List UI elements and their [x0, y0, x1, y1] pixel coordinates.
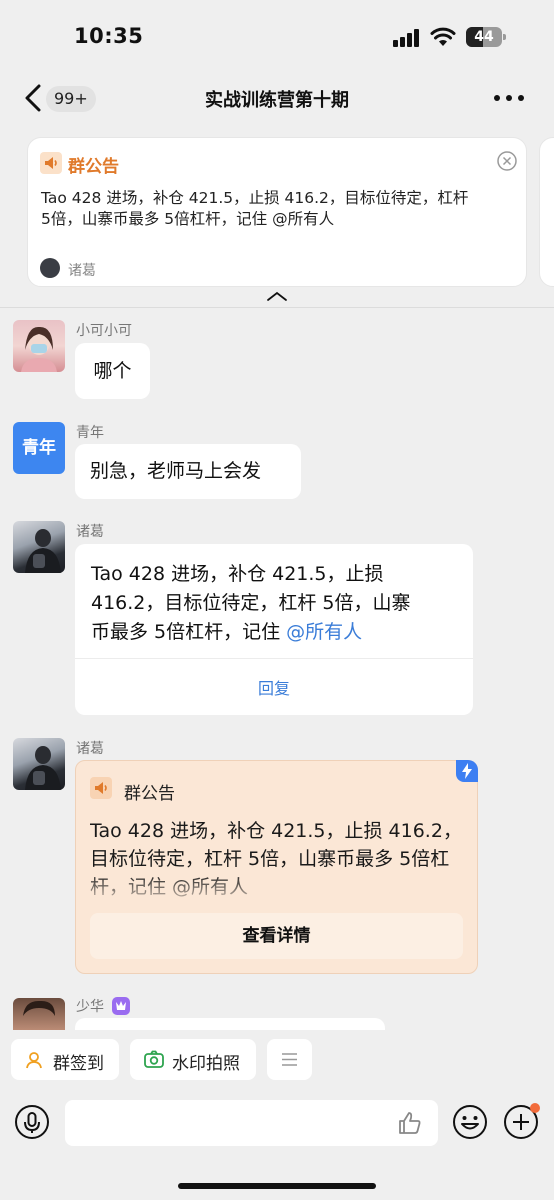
avatar[interactable]: 青年	[13, 422, 65, 474]
thumbs-up-icon[interactable]	[397, 1110, 423, 1136]
back-button[interactable]: 99+	[20, 80, 96, 116]
view-details-button[interactable]: 查看详情	[90, 913, 463, 959]
battery-icon: 44	[466, 27, 506, 47]
emoji-icon[interactable]	[452, 1104, 488, 1140]
vip-crown-icon	[112, 997, 130, 1015]
status-bar: 10:35 44	[0, 0, 554, 72]
next-notice-card[interactable]	[539, 137, 554, 287]
lightning-icon	[456, 760, 478, 782]
voice-input-icon[interactable]	[14, 1104, 50, 1140]
sender-name: 诸葛	[76, 741, 104, 757]
notice-message-card[interactable]: 群公告 Tao 428 进场，补仓 421.5，止损 416.2，目标位待定，杠…	[75, 760, 478, 974]
pinned-notice-card[interactable]: 群公告 Tao 428 进场，补仓 421.5，止损 416.2，目标位待定，杠…	[27, 137, 527, 287]
sender-name: 诸葛	[76, 524, 104, 540]
checkin-label: 群签到	[53, 1054, 104, 1074]
composer	[0, 1090, 554, 1200]
megaphone-icon	[40, 152, 62, 174]
message-item: 小可小可 哪个	[0, 320, 554, 400]
message-bubble[interactable]: Tao 428 进场，补仓 421.5，止损 416.2，目标位待定，杠杆 5倍…	[75, 544, 473, 715]
message-text: Tao 428 进场，补仓 421.5，止损 416.2，目标位待定，杠杆 5倍…	[91, 560, 461, 647]
avatar[interactable]	[13, 998, 65, 1030]
avatar[interactable]	[13, 320, 65, 372]
chat-title: 实战训练营第十期	[205, 90, 349, 111]
status-time: 10:35	[74, 24, 144, 48]
unread-count-badge: 99+	[46, 86, 96, 112]
mention-all-link[interactable]: @所有人	[286, 621, 362, 643]
watermark-camera-button[interactable]: 水印拍照	[130, 1039, 256, 1080]
message-text-line: Tao 428 进场，补仓 421.5，止损	[91, 563, 384, 585]
home-indicator[interactable]	[178, 1183, 376, 1189]
sender-name: 青年	[76, 425, 104, 441]
chevron-left-icon	[25, 84, 41, 112]
notice-author: 诸葛	[68, 263, 96, 279]
sender-name: 小可小可	[76, 323, 132, 339]
watermark-camera-label: 水印拍照	[172, 1054, 240, 1074]
message-item: 少华	[0, 996, 554, 1030]
message-bubble[interactable]: 别急，老师马上会发	[75, 444, 301, 499]
message-bubble[interactable]	[75, 1018, 385, 1030]
wifi-icon	[430, 27, 456, 46]
camera-icon	[144, 1050, 164, 1068]
more-actions-button[interactable]	[267, 1039, 312, 1080]
notice-label: 群公告	[124, 784, 175, 804]
cellular-signal-icon	[393, 29, 421, 47]
sender-name: 少华	[76, 999, 104, 1015]
notice-text: Tao 428 进场，补仓 421.5，止损 416.2，目标位待定，杠杆 5倍…	[41, 189, 469, 228]
message-text-fragment: 币最多 5倍杠杆，记住	[91, 621, 287, 643]
message-list[interactable]: 小可小可 哪个 青年 青年 别急，老师马上会发 诸葛 Tao 428 进场，补仓…	[0, 308, 554, 1030]
close-icon[interactable]	[496, 150, 518, 172]
message-input[interactable]	[65, 1100, 438, 1146]
notification-dot	[530, 1103, 540, 1113]
message-text-line: 416.2，目标位待定，杠杆 5倍，山寨	[91, 592, 411, 614]
battery-level: 44	[474, 29, 494, 45]
avatar	[40, 258, 60, 278]
reply-button[interactable]: 回复	[75, 675, 473, 699]
checkin-button[interactable]: 群签到	[11, 1039, 119, 1080]
checkin-icon	[26, 1052, 42, 1069]
chevron-up-icon[interactable]	[266, 290, 288, 302]
more-options-button[interactable]	[490, 90, 528, 106]
chat-header: 99+ 实战训练营第十期	[0, 72, 554, 124]
menu-icon	[282, 1053, 297, 1066]
avatar[interactable]	[13, 738, 65, 790]
notice-label: 群公告	[68, 157, 119, 177]
message-item: 青年 青年 别急，老师马上会发	[0, 422, 554, 502]
pinned-notice-carousel: 群公告 Tao 428 进场，补仓 421.5，止损 416.2，目标位待定，杠…	[0, 124, 554, 308]
text-fade	[90, 873, 470, 903]
quick-action-bar: 群签到 水印拍照	[0, 1030, 554, 1090]
message-bubble[interactable]: 哪个	[75, 343, 150, 399]
megaphone-icon	[90, 777, 112, 799]
message-item: 诸葛 Tao 428 进场，补仓 421.5，止损 416.2，目标位待定，杠杆…	[0, 521, 554, 721]
divider	[75, 658, 473, 659]
avatar[interactable]	[13, 521, 65, 573]
message-text-line: 币最多 5倍杠杆，记住 @所有人	[91, 618, 461, 647]
